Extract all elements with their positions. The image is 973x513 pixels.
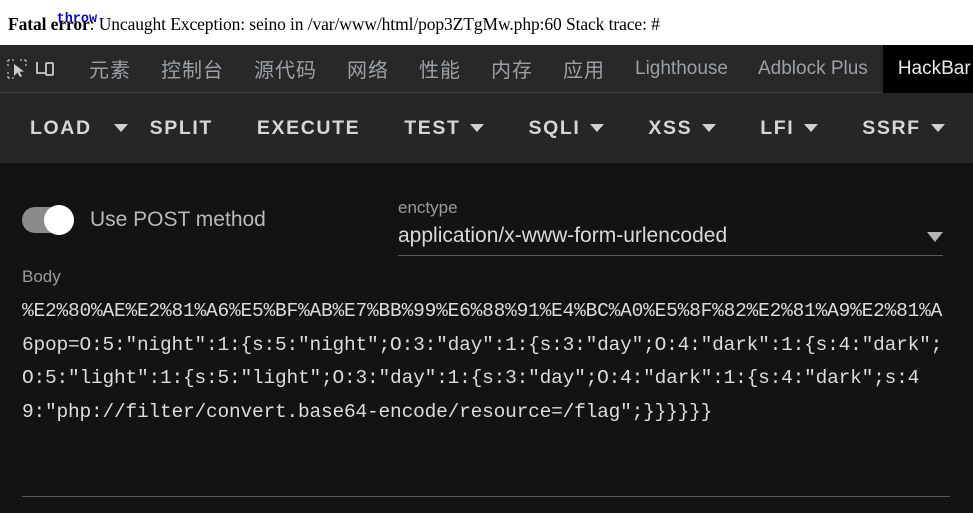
fatal-error-message: Fatal error: Uncaught Exception: seino i… — [8, 14, 660, 35]
use-post-method-label: Use POST method — [90, 208, 266, 231]
test-menu-label: TEST — [404, 116, 461, 139]
tab-application[interactable]: 应用 — [548, 45, 620, 93]
tab-memory[interactable]: 内存 — [476, 45, 548, 93]
fatal-error-label: Fatal error — [8, 14, 90, 34]
body-label: Body — [22, 267, 61, 286]
enctype-label: enctype — [398, 198, 458, 217]
toggle-knob — [44, 205, 74, 235]
hackbar-request-panel: Use POST method enctype application/x-ww… — [0, 163, 973, 513]
lfi-menu-button[interactable]: LFI — [738, 93, 840, 163]
xss-menu-label: XSS — [648, 116, 693, 139]
test-menu-button[interactable]: TEST — [382, 93, 506, 163]
chevron-down-icon — [927, 232, 943, 242]
chevron-down-icon — [113, 124, 128, 132]
tab-network[interactable]: 网络 — [332, 45, 404, 93]
chevron-down-icon — [804, 124, 819, 132]
chevron-down-icon — [930, 124, 945, 132]
fatal-error-detail: : Uncaught Exception: seino in /var/www/… — [89, 14, 660, 34]
clipped-menu-button[interactable]: S — [967, 93, 973, 163]
enctype-value-row[interactable]: application/x-www-form-urlencoded — [398, 224, 943, 256]
body-field: Body %E2%80%AE%E2%81%A6%E5%BF%AB%E7%BB%9… — [22, 267, 950, 495]
load-button[interactable]: LOAD — [0, 93, 114, 163]
inspect-element-icon[interactable] — [6, 52, 28, 86]
tab-lighthouse[interactable]: Lighthouse — [620, 45, 743, 93]
use-post-method-toggle[interactable]: Use POST method — [22, 205, 266, 235]
tab-sources[interactable]: 源代码 — [239, 45, 332, 93]
tab-hackbar[interactable]: HackBar — [882, 44, 973, 93]
ssrf-menu-label: SSRF — [862, 116, 921, 139]
tab-adblock-plus[interactable]: Adblock Plus — [743, 45, 883, 93]
devtools-window: throw new Exception ( 'seino' ); Fatal e… — [0, 0, 973, 513]
tab-performance[interactable]: 性能 — [404, 45, 476, 93]
devtools-tab-list: 元素 控制台 源代码 网络 性能 内存 应用 Lighthouse Adbloc… — [74, 44, 973, 93]
device-toolbar-icon[interactable] — [34, 52, 56, 86]
enctype-select[interactable]: enctype application/x-www-form-urlencode… — [398, 198, 943, 256]
ssrf-menu-button[interactable]: SSRF — [840, 93, 966, 163]
toggle-switch[interactable] — [22, 205, 74, 235]
sqli-menu-button[interactable]: SQLI — [506, 93, 626, 163]
method-row: Use POST method enctype application/x-ww… — [0, 185, 973, 256]
hackbar-toolbar: LOAD SPLIT EXECUTE TEST SQLI XSS LFI SSR… — [0, 93, 973, 163]
split-button[interactable]: SPLIT — [128, 93, 235, 163]
tab-console[interactable]: 控制台 — [146, 45, 239, 93]
tab-elements[interactable]: 元素 — [74, 45, 146, 93]
lfi-menu-label: LFI — [760, 116, 795, 139]
chevron-down-icon — [590, 124, 605, 132]
devtools-tabbar: 元素 控制台 源代码 网络 性能 内存 应用 Lighthouse Adbloc… — [0, 44, 973, 93]
browser-page-content: throw new Exception ( 'seino' ); Fatal e… — [0, 0, 973, 45]
chevron-down-icon — [470, 124, 485, 132]
body-input[interactable]: %E2%80%AE%E2%81%A6%E5%BF%AB%E7%BB%99%E6%… — [22, 295, 950, 495]
load-dropdown-button[interactable] — [113, 93, 128, 163]
xss-menu-button[interactable]: XSS — [626, 93, 738, 163]
body-input-underline — [22, 496, 950, 497]
execute-button[interactable]: EXECUTE — [235, 93, 382, 163]
enctype-value: application/x-www-form-urlencoded — [398, 224, 728, 247]
chevron-down-icon — [702, 124, 717, 132]
sqli-menu-label: SQLI — [528, 116, 581, 139]
